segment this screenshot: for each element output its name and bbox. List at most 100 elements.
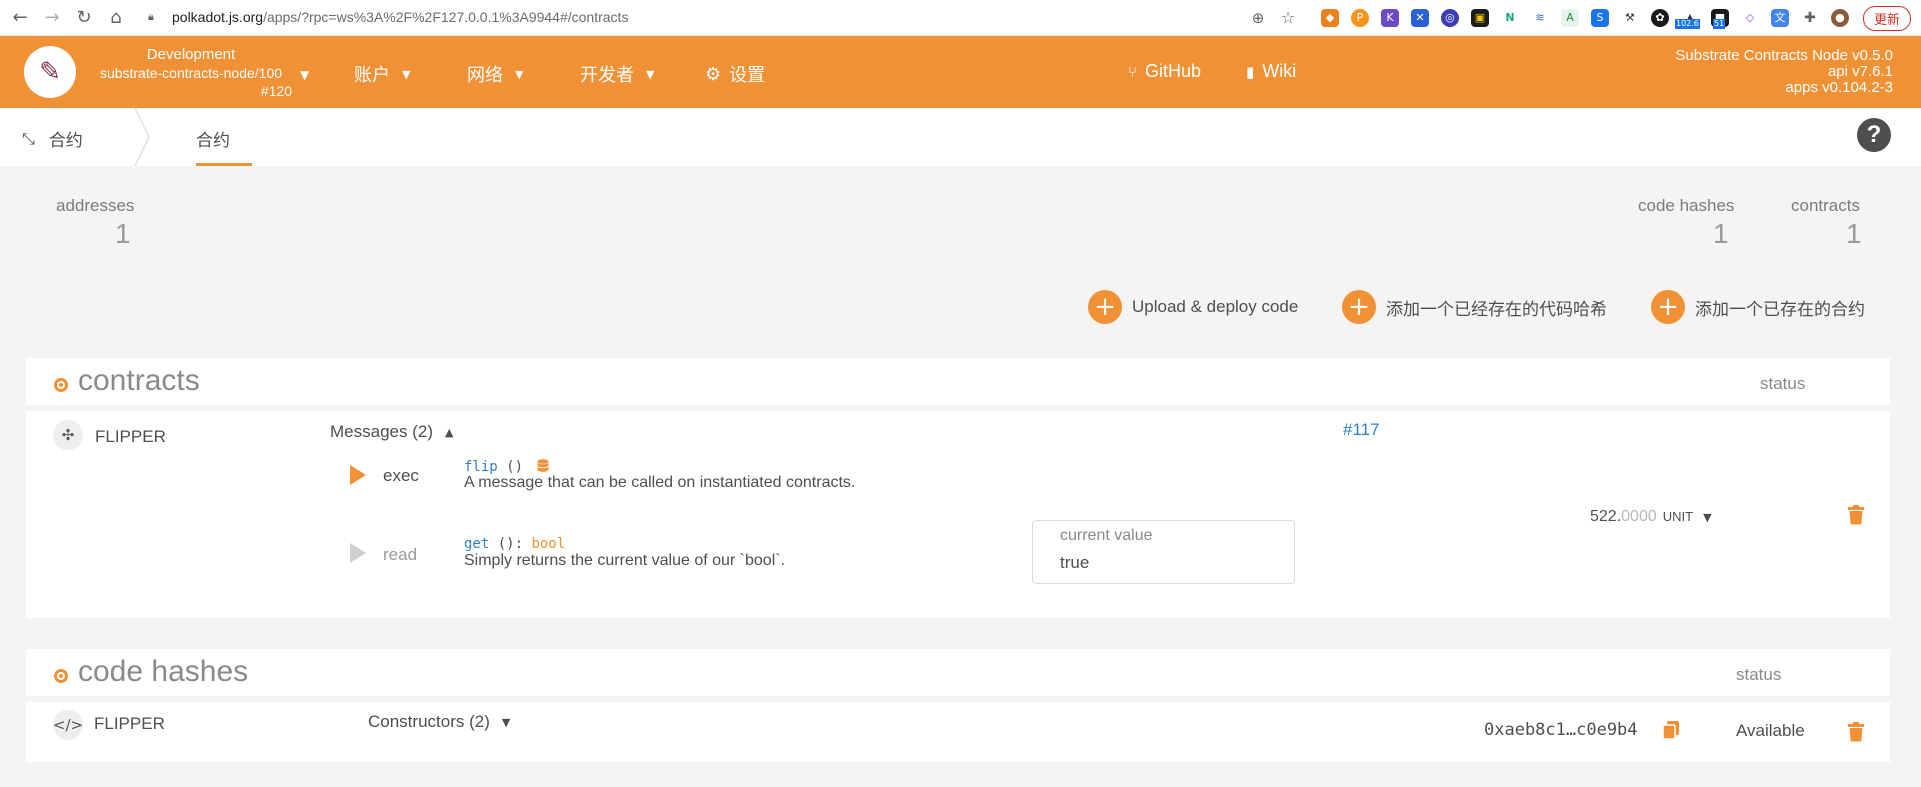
extension-dark-icon[interactable]: ✿	[1650, 9, 1669, 27]
contracts-status-header: status	[1760, 374, 1806, 393]
menu-settings-label: 设置	[729, 65, 766, 85]
translate-icon[interactable]: 文	[1770, 9, 1789, 27]
menu-accounts-label: 账户	[354, 65, 390, 85]
extensions-bar: ⊕ ☆ ◆ P K ✕ ◎ ▣ N ≋ A S ⚒ ✿ ▲ 102.6 ■ 51 ◇…	[1243, 5, 1921, 31]
help-button[interactable]: ?	[1857, 118, 1891, 152]
add-contract-label: 添加一个已存在的合约	[1695, 299, 1865, 319]
extensions-puzzle-icon[interactable]: ✚	[1801, 9, 1819, 27]
home-icon[interactable]: ⌂	[104, 6, 128, 30]
metamask-icon[interactable]: ◆	[1320, 9, 1339, 27]
contract-block-link[interactable]: #117	[1343, 420, 1380, 440]
chevron-down-icon: ▼	[501, 715, 511, 729]
upload-deploy-button[interactable]: + Upload & deploy code	[1088, 290, 1298, 324]
tab-active-indicator	[196, 163, 252, 166]
chevron-down-icon: ▼	[646, 67, 655, 81]
messages-toggle-label: Messages (2)	[330, 422, 433, 441]
message-type-read[interactable]: read	[383, 545, 417, 565]
message-fn-name: flip	[464, 459, 498, 475]
add-code-hash-button[interactable]: + 添加一个已经存在的代码哈希	[1342, 290, 1607, 324]
gears-icon: ⚙	[705, 63, 722, 85]
sub-navigation: ⤡ 合约 合约 ?	[0, 108, 1921, 166]
summary-contracts-label: contracts	[1791, 196, 1860, 215]
contract-identicon[interactable]: ✣	[53, 420, 83, 450]
book-icon: ▮	[1246, 62, 1255, 81]
balance-decimal: 0000	[1621, 508, 1657, 525]
menu-accounts[interactable]: 账户 ▼	[354, 61, 410, 87]
code-branch-icon: ⑂	[1128, 62, 1138, 81]
message-fn-name: get	[464, 536, 490, 552]
summary-addresses-label: addresses	[56, 196, 135, 215]
code-hash-value: 0xaeb8c1…c0e9b4	[1484, 720, 1638, 740]
forward-icon[interactable]: →	[40, 6, 64, 30]
read-play-icon[interactable]	[350, 543, 366, 563]
browser-toolbar: ← → ↻ ⌂ 🔒︎ polkadot.js.org/apps/?rpc=ws%…	[0, 0, 1921, 36]
extension-box-icon[interactable]: ■ 51	[1710, 9, 1729, 29]
app-header: ✎ Development substrate-contracts-node/1…	[0, 36, 1921, 108]
chevron-down-icon: ▼	[515, 67, 524, 81]
plus-icon: +	[1342, 290, 1376, 324]
extension-badge: 51	[1712, 19, 1726, 29]
address-bar[interactable]: polkadot.js.org/apps/?rpc=ws%3A%2F%2F127…	[172, 9, 628, 25]
extension-tool-icon[interactable]: ⚒	[1621, 9, 1639, 27]
add-contract-button[interactable]: + 添加一个已存在的合约	[1651, 290, 1865, 324]
tab-contracts[interactable]: 合约	[196, 126, 230, 151]
extension-s-icon[interactable]: S	[1590, 9, 1609, 27]
code-icon: </>	[53, 710, 83, 740]
chain-type: Development	[146, 46, 236, 63]
extension-fish-icon[interactable]: ✕	[1410, 9, 1429, 27]
menu-settings[interactable]: ⚙ 设置	[705, 61, 765, 87]
extension-circle-icon[interactable]: ◎	[1440, 9, 1459, 27]
link-github[interactable]: ⑂ GitHub	[1128, 61, 1201, 82]
message-signature-get: get (): bool	[464, 536, 565, 552]
message-type-exec[interactable]: exec	[383, 466, 419, 486]
constructors-toggle[interactable]: Constructors (2) ▼	[368, 712, 510, 732]
link-wiki-label: Wiki	[1262, 61, 1297, 81]
add-code-hash-label: 添加一个已经存在的代码哈希	[1386, 299, 1607, 319]
extension-layers-icon[interactable]: ≋	[1531, 9, 1549, 27]
extension-k-icon[interactable]: K	[1380, 9, 1399, 27]
profile-avatar[interactable]: ●	[1830, 9, 1849, 27]
messages-toggle[interactable]: Messages (2) ▲	[330, 422, 453, 442]
balance-unit: UNIT	[1662, 509, 1694, 524]
code-hash-name[interactable]: FLIPPER	[94, 714, 165, 734]
breadcrumb-separator	[134, 108, 150, 166]
link-wiki[interactable]: ▮ Wiki	[1246, 61, 1296, 82]
extension-a-icon[interactable]: A	[1560, 9, 1579, 27]
extension-gem-icon[interactable]: ◇	[1741, 9, 1759, 27]
message-fn-args: ()	[497, 459, 524, 475]
menu-developer[interactable]: 开发者 ▼	[580, 61, 654, 87]
api-version: api v7.6.1	[1827, 63, 1893, 80]
plus-icon: +	[1088, 290, 1122, 324]
menu-developer-label: 开发者	[580, 65, 634, 85]
trash-icon[interactable]	[1848, 722, 1864, 742]
extension-p-icon[interactable]: P	[1350, 9, 1369, 27]
update-button[interactable]: 更新	[1862, 5, 1911, 31]
summary-contracts-value: 1	[1846, 218, 1862, 249]
bookmark-star-icon[interactable]: ☆	[1279, 9, 1297, 27]
trash-icon[interactable]	[1848, 505, 1864, 525]
copy-icon[interactable]	[1663, 721, 1679, 739]
exec-play-icon[interactable]	[350, 465, 366, 485]
subnav-root[interactable]: ⤡ 合约	[22, 126, 83, 151]
chevron-down-icon: ▼	[1703, 511, 1712, 524]
extension-warning-icon[interactable]: ▲ 102.6	[1674, 9, 1700, 29]
code-hash-status: Available	[1736, 721, 1805, 740]
chevron-down-icon[interactable]: ▼	[300, 68, 309, 82]
chevron-down-icon: ▼	[402, 67, 411, 81]
extension-n-icon[interactable]: N	[1501, 9, 1519, 27]
message-doc-flip: A message that can be called on instanti…	[464, 474, 856, 491]
contract-balance[interactable]: 522. 0000 UNIT ▼	[1590, 508, 1712, 526]
message-return-type: bool	[531, 536, 566, 552]
polkadot-logo-icon[interactable]: ✎	[24, 46, 76, 98]
chevron-up-icon: ▲	[444, 425, 454, 439]
back-icon[interactable]: ←	[8, 6, 32, 30]
contract-name[interactable]: FLIPPER	[95, 427, 166, 447]
reload-icon[interactable]: ↻	[72, 6, 96, 30]
zoom-icon[interactable]: ⊕	[1249, 9, 1267, 27]
chain-selector[interactable]: Development substrate-contracts-node/100…	[90, 46, 292, 100]
menu-network[interactable]: 网络 ▼	[467, 61, 523, 87]
contracts-section-title: contracts	[78, 364, 200, 397]
extension-square-icon[interactable]: ▣	[1470, 9, 1489, 27]
lock-icon: 🔒︎	[148, 10, 154, 23]
apps-version: apps v0.104.2-3	[1785, 79, 1893, 96]
